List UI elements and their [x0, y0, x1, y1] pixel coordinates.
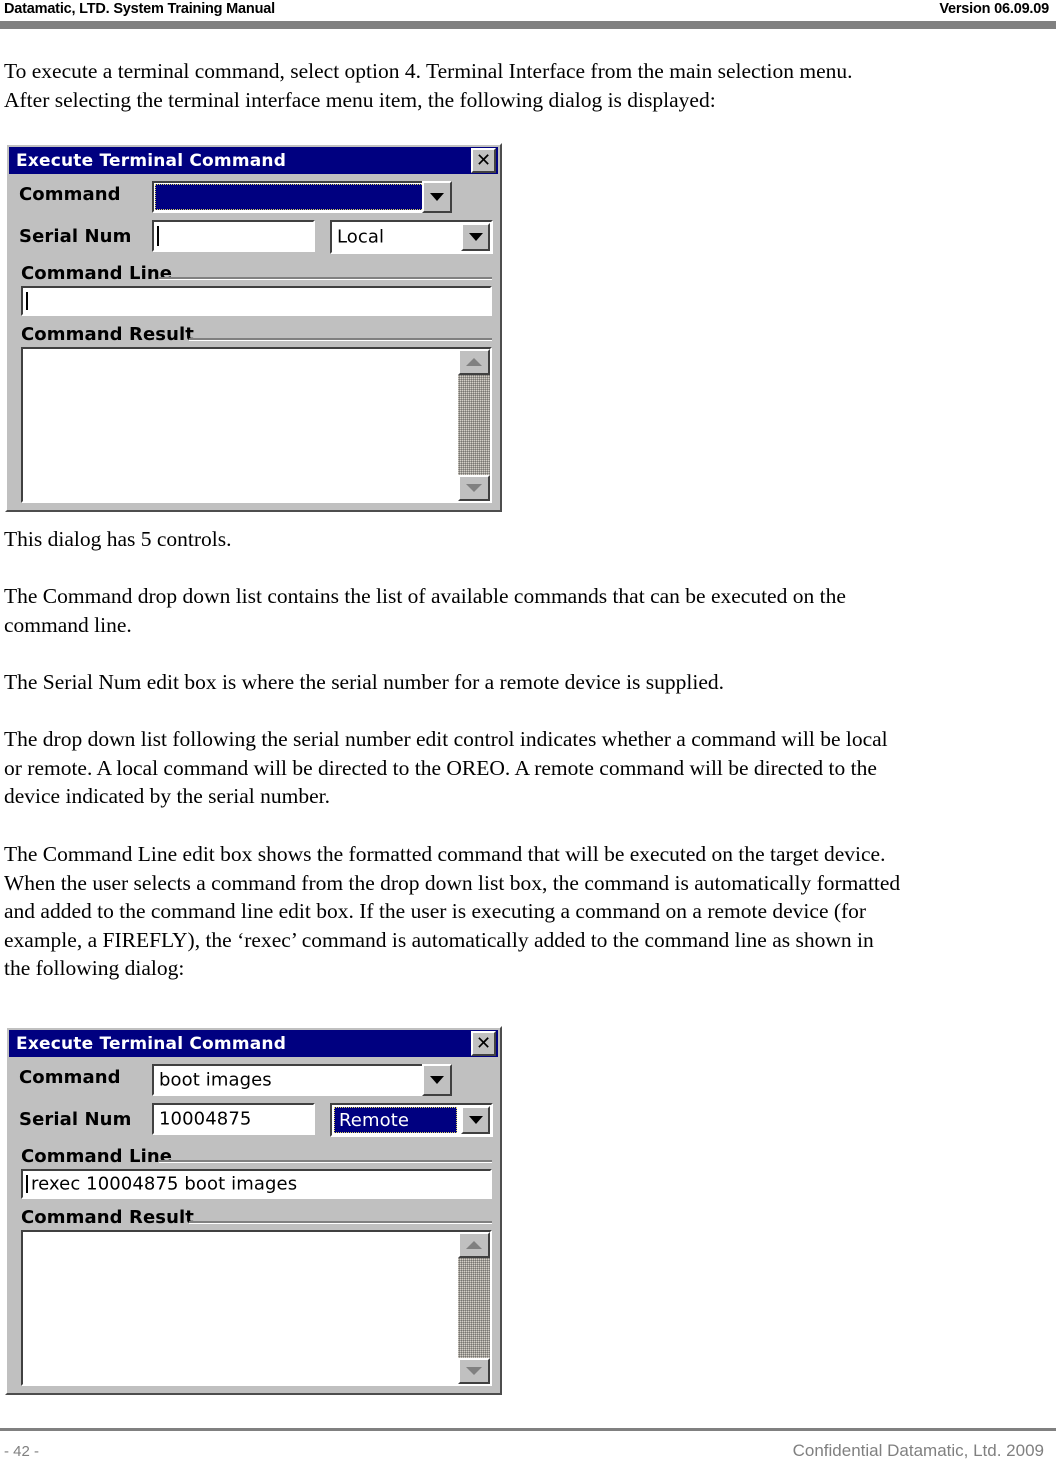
paragraph-controls-count: This dialog has 5 controls.	[4, 525, 232, 554]
close-icon[interactable]: ✕	[471, 1031, 496, 1056]
text-caret	[26, 292, 28, 310]
dialog-titlebar[interactable]: Execute Terminal Command ✕	[9, 147, 498, 174]
paragraph-line: and added to the command line edit box. …	[4, 899, 867, 923]
chevron-down-icon	[430, 1076, 444, 1084]
scroll-up-button[interactable]	[458, 1232, 490, 1258]
execute-terminal-command-dialog-empty[interactable]: Execute Terminal Command ✕ Command Seria…	[5, 143, 502, 512]
paragraph-line: device indicated by the serial number.	[4, 784, 330, 808]
header-divider	[0, 21, 1056, 29]
triangle-down-icon	[466, 484, 482, 492]
text-caret	[26, 1175, 28, 1193]
scope-dropdown-button[interactable]	[461, 223, 490, 251]
triangle-up-icon	[466, 1241, 482, 1249]
manual-title: Datamatic, LTD. System Training Manual	[4, 1, 275, 17]
text-caret	[157, 226, 159, 246]
chevron-down-icon	[468, 1116, 483, 1124]
command-line-group-rule	[159, 1160, 492, 1163]
paragraph-line: When the user selects a command from the…	[4, 870, 901, 895]
paragraph-line: or remote. A local command will be direc…	[4, 755, 877, 780]
command-result-scrollbar[interactable]	[458, 349, 490, 501]
paragraph-serial-num: The Serial Num edit box is where the ser…	[4, 668, 724, 697]
triangle-up-icon	[466, 358, 482, 366]
paragraph-local-remote: The drop down list following the serial …	[4, 725, 888, 811]
paragraph-line: example, a FIREFLY), the ‘rexec’ command…	[4, 927, 874, 952]
command-line-input[interactable]	[21, 286, 492, 316]
serial-num-label: Serial Num	[19, 1109, 132, 1130]
paragraph-line: The Serial Num edit box is where the ser…	[4, 670, 725, 694]
dialog-title: Execute Terminal Command	[16, 1033, 287, 1054]
command-line-input[interactable]: rexec 10004875 boot images	[21, 1169, 492, 1199]
footer-divider	[0, 1428, 1056, 1431]
command-label: Command	[19, 1067, 121, 1088]
serial-num-input[interactable]	[152, 220, 315, 252]
command-line-label: Command Line	[21, 263, 173, 284]
paragraph-line: After selecting the terminal interface m…	[4, 87, 716, 112]
scope-dropdown-button[interactable]	[461, 1106, 490, 1134]
paragraph-line: The drop down list following the serial …	[4, 727, 888, 751]
command-line-group-rule	[159, 277, 492, 280]
scroll-down-button[interactable]	[458, 475, 490, 501]
page-number: - 42 -	[4, 1443, 40, 1460]
scope-combo-value: Remote	[339, 1109, 410, 1131]
command-result-textarea[interactable]	[21, 347, 492, 503]
command-line-value: rexec 10004875 boot images	[31, 1173, 298, 1195]
scope-combo-value: Local	[337, 226, 385, 248]
paragraph-line: To execute a terminal command, select op…	[4, 59, 853, 83]
scope-combo-selection[interactable]: Remote	[334, 1107, 457, 1133]
dialog-title: Execute Terminal Command	[16, 150, 287, 171]
command-line-label: Command Line	[21, 1146, 173, 1167]
command-combo-value: boot images	[159, 1069, 272, 1091]
command-combo-selection[interactable]	[155, 184, 430, 210]
paragraph-line: This dialog has 5 controls.	[4, 527, 232, 551]
serial-num-input[interactable]: 10004875	[152, 1103, 315, 1135]
close-icon[interactable]: ✕	[471, 148, 496, 173]
paragraph-line: The Command drop down list contains the …	[4, 584, 846, 608]
command-result-label: Command Result	[21, 1207, 194, 1228]
command-result-group-rule	[189, 338, 492, 341]
paragraph-line: The Command Line edit box shows the form…	[4, 842, 886, 866]
execute-terminal-command-dialog-filled[interactable]: Execute Terminal Command ✕ Command boot …	[5, 1026, 502, 1395]
command-dropdown-button[interactable]	[422, 181, 452, 213]
command-result-textarea[interactable]	[21, 1230, 492, 1386]
dialog-titlebar[interactable]: Execute Terminal Command ✕	[9, 1030, 498, 1057]
paragraph-line: the following dialog:	[4, 956, 185, 980]
command-combo-field[interactable]	[152, 181, 433, 213]
chevron-down-icon	[468, 233, 483, 241]
triangle-down-icon	[466, 1367, 482, 1375]
page-header: Datamatic, LTD. System Training Manual V…	[0, 0, 1056, 30]
manual-version: Version 06.09.09	[939, 1, 1049, 17]
paragraph-line: command line.	[4, 612, 132, 637]
command-combo-field[interactable]: boot images	[152, 1064, 433, 1096]
confidentiality-notice: Confidential Datamatic, Ltd. 2009	[792, 1441, 1044, 1460]
serial-num-label: Serial Num	[19, 226, 132, 247]
scroll-down-button[interactable]	[458, 1358, 490, 1384]
command-result-label: Command Result	[21, 324, 194, 345]
paragraph-intro: To execute a terminal command, select op…	[4, 57, 853, 114]
paragraph-command-line: The Command Line edit box shows the form…	[4, 840, 900, 983]
command-dropdown-button[interactable]	[422, 1064, 452, 1096]
command-result-group-rule	[189, 1221, 492, 1224]
paragraph-command-dropdown: The Command drop down list contains the …	[4, 582, 846, 639]
chevron-down-icon	[430, 193, 444, 201]
serial-num-value: 10004875	[159, 1108, 252, 1130]
command-label: Command	[19, 184, 121, 205]
scroll-up-button[interactable]	[458, 349, 490, 375]
command-result-scrollbar[interactable]	[458, 1232, 490, 1384]
